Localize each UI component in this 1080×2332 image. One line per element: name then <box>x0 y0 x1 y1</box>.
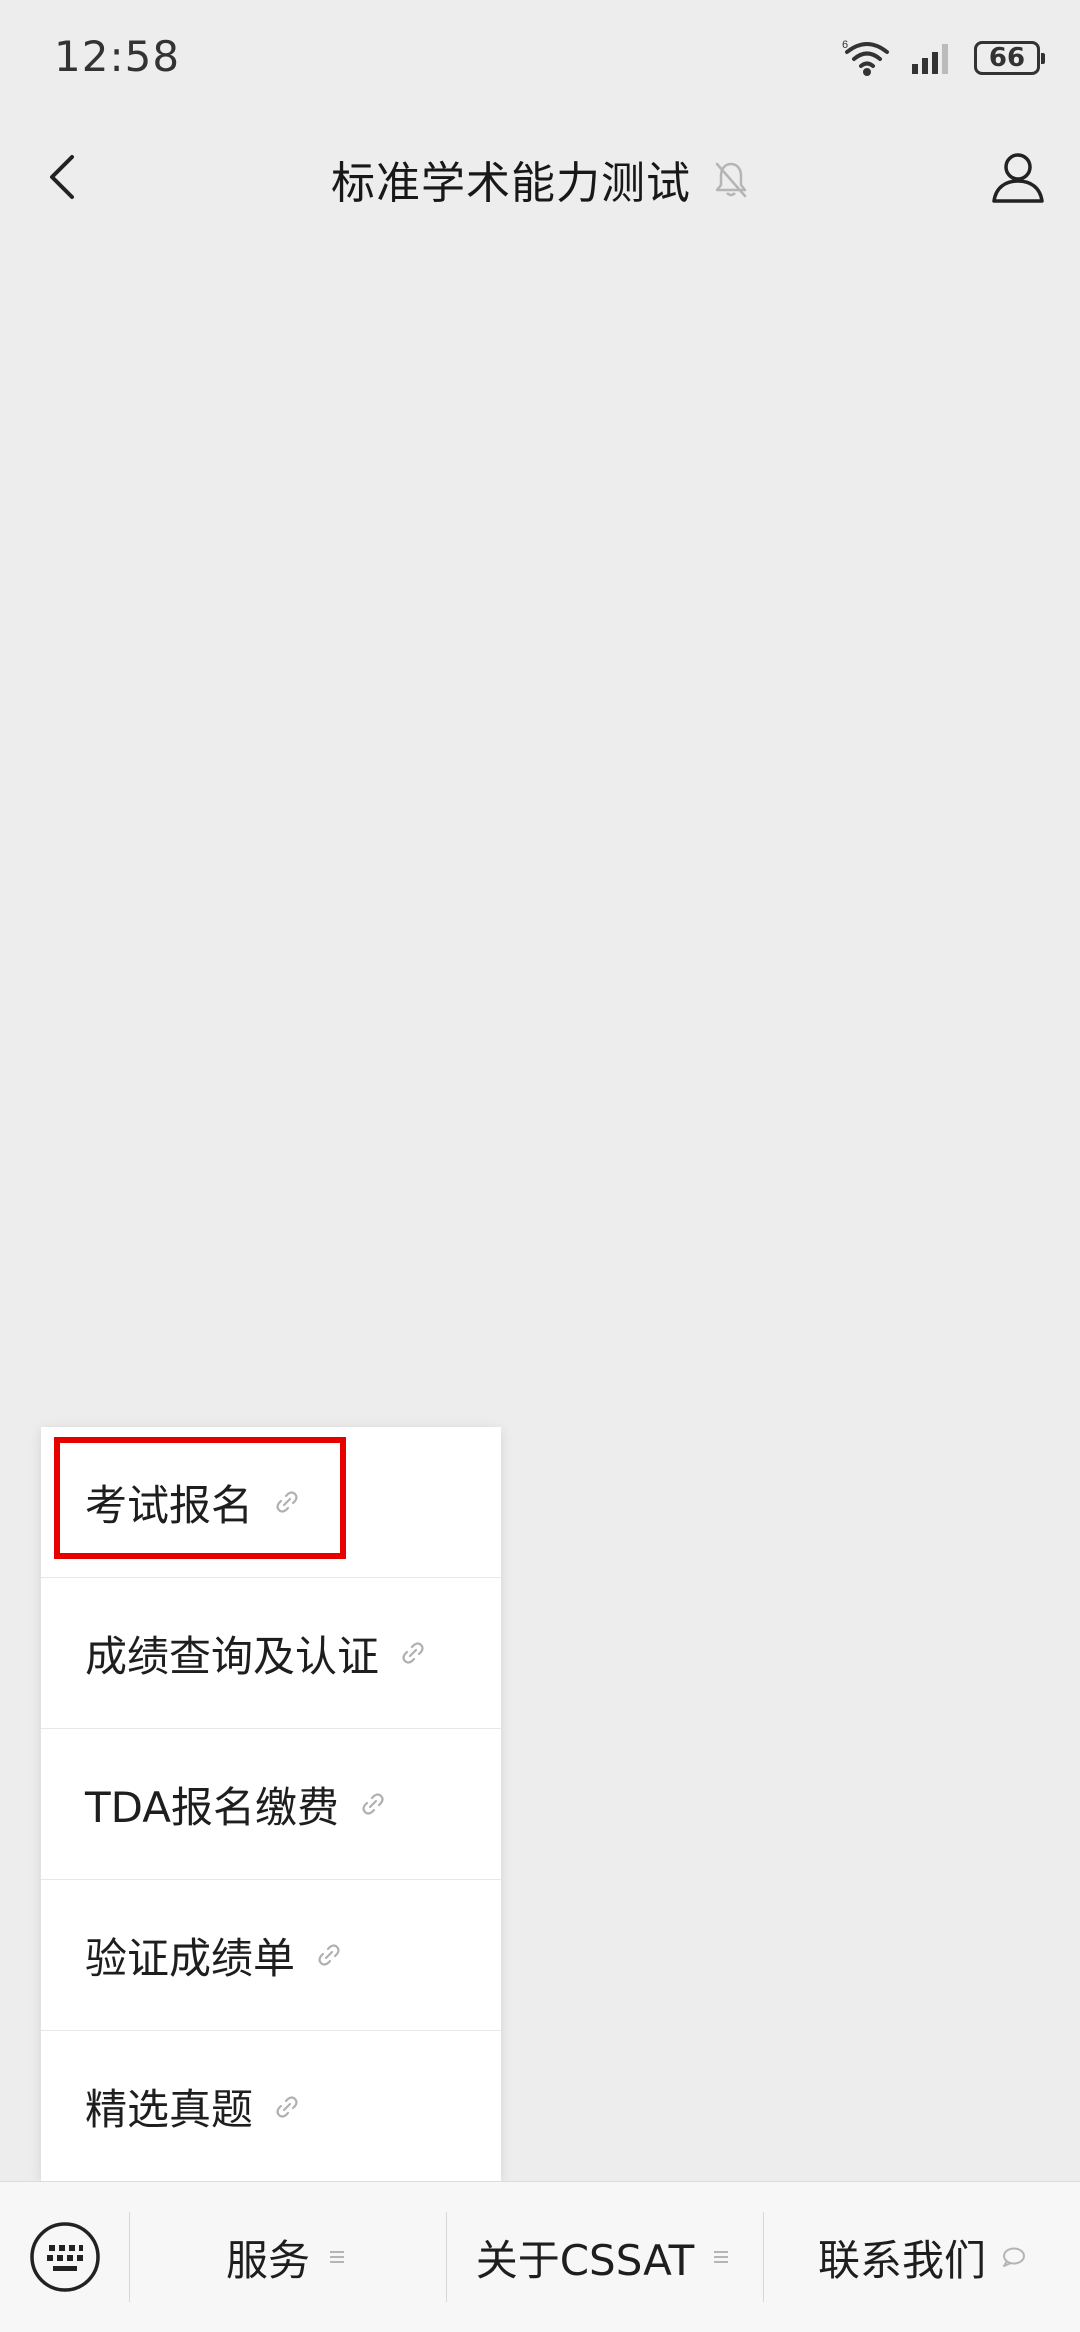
menu-item-score-inquiry[interactable]: 成绩查询及认证 <box>41 1578 501 1729</box>
menu-item-exam-registration[interactable]: 考试报名 <box>41 1427 501 1578</box>
tab-label: 联系我们 <box>817 2235 986 2285</box>
bottom-menu-bar: 服务 关于CSSAT 联系我们 <box>0 2181 1080 2332</box>
link-icon <box>318 1944 340 1966</box>
status-icons: 6 66 <box>842 38 1045 78</box>
tab-label: 服务 <box>225 2235 310 2285</box>
menu-item-label: TDA报名缴费 <box>85 1782 339 1832</box>
bell-muted-icon <box>715 162 747 198</box>
keyboard-icon <box>29 2222 100 2292</box>
person-icon[interactable] <box>986 145 1050 209</box>
wifi-icon: 6 <box>842 39 889 76</box>
menu-lines-icon <box>330 2251 344 2263</box>
tab-label: 关于CSSAT <box>475 2235 695 2285</box>
menu-item-verify-transcript[interactable]: 验证成绩单 <box>41 1880 501 2031</box>
menu-item-past-papers[interactable]: 精选真题 <box>41 2031 501 2182</box>
page-title: 标准学术能力测试 <box>331 158 691 209</box>
chat-bubble-icon <box>1003 2247 1025 2267</box>
status-time: 12:58 <box>54 32 181 81</box>
nav-title-wrap: 标准学术能力测试 <box>0 147 1080 211</box>
link-icon <box>276 2095 298 2118</box>
menu-item-label: 成绩查询及认证 <box>85 1631 380 1681</box>
battery-icon: 66 <box>974 41 1045 75</box>
menu-item-tda-payment[interactable]: TDA报名缴费 <box>41 1729 501 1880</box>
link-icon <box>362 1793 384 1815</box>
battery-level: 66 <box>988 43 1026 73</box>
menu-item-label: 精选真题 <box>85 2085 254 2134</box>
link-icon <box>276 1491 298 1513</box>
tab-services[interactable]: 服务 <box>130 2212 447 2302</box>
service-popup-menu: 考试报名 成绩查询及认证 TDA报名缴费 验证成绩单 精选真题 <box>41 1427 501 2182</box>
nav-bar: 标准学术能力测试 <box>0 125 1080 230</box>
svg-text:6: 6 <box>842 39 848 51</box>
keyboard-toggle-button[interactable] <box>0 2212 130 2302</box>
signal-icon <box>912 44 948 74</box>
menu-lines-icon <box>714 2251 729 2263</box>
tab-contact[interactable]: 联系我们 <box>764 2212 1080 2302</box>
link-icon <box>402 1642 424 1664</box>
tab-about[interactable]: 关于CSSAT <box>447 2212 764 2302</box>
menu-item-label: 验证成绩单 <box>85 1933 296 1983</box>
menu-item-label: 考试报名 <box>85 1480 254 1530</box>
status-bar: 12:58 6 66 <box>0 0 1080 125</box>
